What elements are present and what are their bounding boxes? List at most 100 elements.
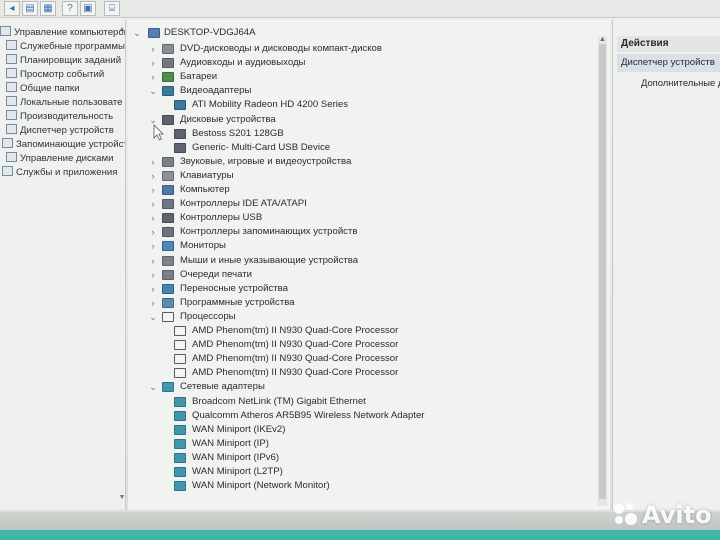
chevron-right-icon[interactable]: › bbox=[148, 225, 158, 239]
tree-row-label: Контроллеры IDE ATA/ATAPI bbox=[180, 198, 307, 210]
avito-logo-icon bbox=[612, 502, 638, 528]
processor-icon bbox=[174, 368, 186, 379]
performance-icon bbox=[6, 110, 17, 120]
chevron-right-icon[interactable]: › bbox=[148, 268, 158, 282]
computer-icon bbox=[162, 185, 174, 195]
nav-item[interactable]: Производительность bbox=[6, 110, 113, 124]
chevron-right-icon[interactable]: › bbox=[148, 56, 158, 70]
nav-item[interactable]: Планировщик заданий bbox=[6, 54, 121, 68]
chevron-right-icon[interactable]: › bbox=[148, 197, 158, 211]
actions-section-device-manager[interactable]: Диспетчер устройств bbox=[617, 54, 720, 72]
tree-row-label: Generic- Multi-Card USB Device bbox=[192, 141, 331, 153]
chevron-down-icon[interactable]: ⌄ bbox=[148, 310, 158, 324]
device-manager-window: ◂ ▤ ▦ ? ▣ ⌸ ▲ ▼ Управление компьютером (… bbox=[0, 0, 720, 540]
tree-row-label: Программные устройства bbox=[180, 296, 295, 308]
tree-row-label: DVD-дисководы и дисководы компакт-дисков bbox=[180, 43, 382, 54]
sound-icon bbox=[162, 156, 174, 167]
nav-item[interactable]: Служебные программы bbox=[6, 40, 125, 54]
chevron-right-icon[interactable]: › bbox=[148, 282, 158, 296]
nav-item[interactable]: Управление дисками bbox=[6, 152, 113, 166]
nav-item[interactable]: Запоминающие устройст bbox=[2, 138, 125, 152]
scroll-thumb[interactable] bbox=[599, 44, 606, 499]
chevron-right-icon[interactable]: › bbox=[148, 42, 158, 56]
actions-more-link[interactable]: Дополнительные д bbox=[641, 76, 720, 90]
tree-row-label: Контроллеры запоминающих устройств bbox=[180, 226, 358, 238]
audio-io-icon bbox=[162, 58, 174, 69]
network-adapter-icon bbox=[174, 438, 186, 449]
event-viewer-icon bbox=[6, 68, 17, 78]
device-tree: ⌄ DESKTOP-VDGJ64A › DVD-дисководы и диско… bbox=[128, 20, 610, 510]
tree-row-label: WAN Miniport (IKEv2) bbox=[192, 423, 286, 435]
printer-icon bbox=[162, 269, 174, 280]
network-adapter-icon bbox=[174, 467, 186, 477]
tree-row-label: Звуковые, игровые и видеоустройства bbox=[180, 155, 352, 167]
nav-item[interactable]: Управление компьютером (л bbox=[0, 26, 126, 40]
network-adapter-icon bbox=[174, 396, 186, 407]
software-device-icon bbox=[162, 297, 174, 308]
actions-header: Действия bbox=[617, 36, 720, 52]
scroll-up-icon[interactable]: ▲ bbox=[598, 36, 607, 43]
chevron-down-icon[interactable]: ⌄ bbox=[148, 84, 158, 98]
properties-icon[interactable]: ▦ bbox=[40, 1, 56, 16]
ide-controller-icon bbox=[162, 199, 174, 210]
tree-row-label: WAN Miniport (IPv6) bbox=[192, 451, 280, 463]
chevron-right-icon[interactable]: › bbox=[148, 169, 158, 183]
tools-icon bbox=[6, 40, 17, 50]
chevron-right-icon[interactable]: › bbox=[148, 155, 158, 169]
disk-drive-icon bbox=[174, 128, 186, 139]
mouse-cursor-icon bbox=[153, 124, 164, 141]
processor-icon bbox=[174, 326, 186, 336]
tree-scrollbar[interactable]: ▲ bbox=[598, 36, 607, 506]
nav-item[interactable]: Просмотр событий bbox=[6, 68, 104, 82]
mouse-icon bbox=[162, 255, 174, 266]
tree-row-label: Broadcom NetLink (TM) Gigabit Ethernet bbox=[192, 395, 366, 407]
nav-item-label: Производительность bbox=[20, 111, 114, 122]
nav-item[interactable]: Локальные пользовате bbox=[6, 96, 122, 110]
chevron-down-icon[interactable]: ⌄ bbox=[148, 380, 158, 394]
processor-icon bbox=[174, 354, 186, 365]
chevron-right-icon[interactable]: › bbox=[148, 70, 158, 84]
display-adapter-icon bbox=[162, 86, 174, 97]
tree-row-label: ATI Mobility Radeon HD 4200 Series bbox=[192, 99, 349, 111]
nav-item[interactable]: Службы и приложения bbox=[2, 166, 117, 180]
tree-row-label: Видеоадаптеры bbox=[180, 85, 252, 97]
scan-hardware-icon[interactable]: ⌸ bbox=[104, 1, 120, 16]
tree-row-label: Процессоры bbox=[180, 310, 236, 322]
chevron-right-icon[interactable]: › bbox=[148, 239, 158, 253]
scroll-down-icon[interactable]: ▼ bbox=[118, 494, 125, 504]
nav-item-label: Управление компьютером (л bbox=[14, 27, 126, 38]
help-icon[interactable]: ? bbox=[62, 1, 78, 16]
processor-icon bbox=[174, 340, 186, 351]
chevron-right-icon[interactable]: › bbox=[148, 296, 158, 310]
avito-wordmark: Avito bbox=[642, 501, 712, 529]
nav-item-label: Служебные программы bbox=[20, 41, 125, 52]
tree-row-label: Аудиовходы и аудиовыходы bbox=[180, 57, 306, 69]
nav-item-label: Планировщик заданий bbox=[20, 55, 122, 66]
nav-item-label: Локальные пользовате bbox=[20, 97, 123, 108]
actions-pane: Действия Диспетчер устройств Дополнитель… bbox=[612, 20, 720, 510]
monitor-icon bbox=[162, 241, 174, 252]
tree-row-label: AMD Phenom(tm) II N930 Quad-Core Process… bbox=[192, 339, 399, 351]
back-icon[interactable]: ◂ bbox=[4, 1, 20, 16]
toolbar: ◂ ▤ ▦ ? ▣ ⌸ bbox=[0, 0, 720, 18]
tree-root-label: DESKTOP-VDGJ64A bbox=[164, 27, 256, 38]
tree-row-label: WAN Miniport (Network Monitor) bbox=[192, 480, 330, 492]
nav-item[interactable]: Общие папки bbox=[6, 82, 80, 96]
monitor-icon[interactable]: ▣ bbox=[80, 1, 96, 16]
avito-watermark: Avito bbox=[612, 498, 716, 532]
chevron-down-icon[interactable]: ⌄ bbox=[132, 26, 142, 40]
nav-item-label: Диспетчер устройств bbox=[20, 125, 114, 136]
display-adapter-icon bbox=[174, 100, 186, 111]
nav-item[interactable]: Диспетчер устройств bbox=[6, 124, 114, 138]
network-adapter-icon bbox=[162, 382, 174, 393]
nav-item-label: Управление дисками bbox=[20, 153, 114, 164]
task-scheduler-icon bbox=[6, 54, 17, 64]
computer-icon bbox=[148, 28, 160, 38]
services-icon bbox=[2, 166, 13, 176]
chevron-right-icon[interactable]: › bbox=[148, 254, 158, 268]
chevron-right-icon[interactable]: › bbox=[148, 211, 158, 225]
chevron-right-icon[interactable]: › bbox=[148, 183, 158, 197]
usb-icon bbox=[162, 213, 174, 224]
network-adapter-icon bbox=[174, 481, 186, 492]
show-hide-tree-icon[interactable]: ▤ bbox=[22, 1, 38, 16]
